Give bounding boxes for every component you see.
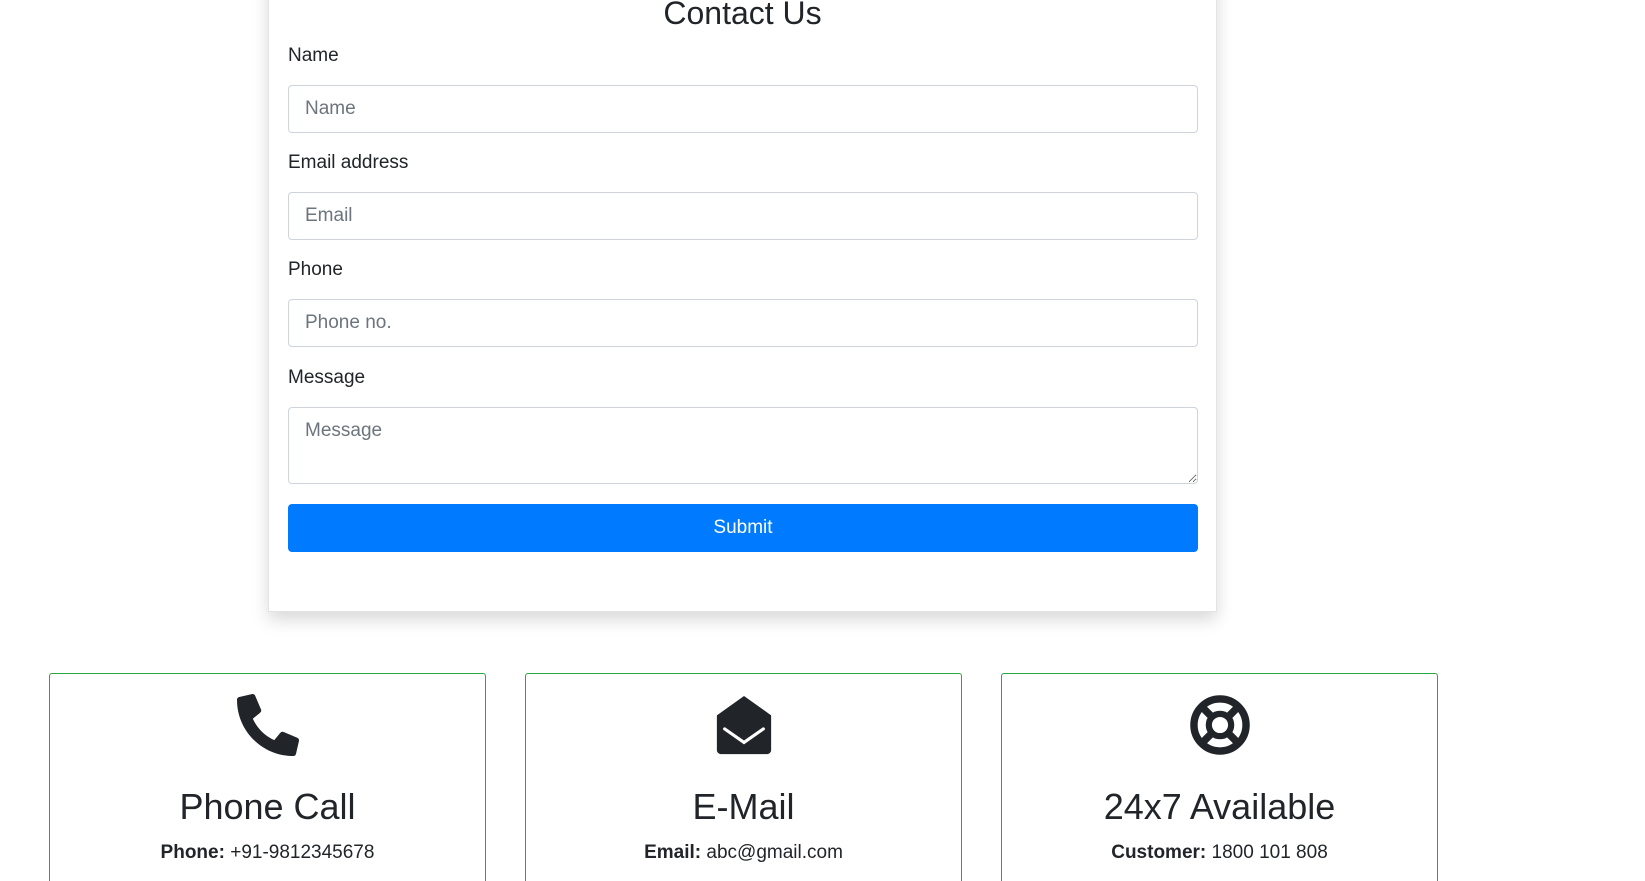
email-input[interactable] [288, 192, 1198, 240]
customer-number: 1800 101 808 [1211, 842, 1328, 863]
name-input[interactable] [288, 85, 1198, 133]
phone-input[interactable] [288, 299, 1198, 347]
message-label: Message [288, 367, 366, 388]
submit-button[interactable]: Submit [288, 504, 1198, 552]
name-label: Name [288, 45, 339, 66]
form-title: Contact Us [663, 0, 822, 31]
info-card-title: E-Mail [692, 786, 795, 827]
lifebuoy-icon [1002, 694, 1437, 756]
info-card-detail: Email: abc@gmail.com [526, 842, 961, 864]
phone-number: +91-9812345678 [230, 842, 375, 863]
phone-label: Phone [288, 259, 343, 280]
info-card-key: Email: [644, 842, 702, 863]
info-card-title: 24x7 Available [1103, 786, 1336, 827]
info-card-key: Phone: [160, 842, 225, 863]
phone-info-card: Phone Call Phone: +91-9812345678 [49, 673, 486, 881]
info-card-detail: Customer: 1800 101 808 [1002, 842, 1437, 864]
contact-form: Contact Us Name Email address Phone Mess… [268, 0, 1217, 612]
email-info-card: E-Mail Email: abc@gmail.com [525, 673, 962, 881]
info-card-key: Customer: [1111, 842, 1207, 863]
support-info-card: 24x7 Available Customer: 1800 101 808 [1001, 673, 1438, 881]
email-address: abc@gmail.com [706, 842, 843, 863]
phone-icon [50, 694, 485, 756]
info-card-detail: Phone: +91-9812345678 [50, 842, 485, 864]
page: Contact Us Name Email address Phone Mess… [0, 0, 1645, 881]
info-card-title: Phone Call [179, 786, 356, 827]
email-label: Email address [288, 152, 409, 173]
envelope-open-icon [526, 694, 961, 756]
message-textarea[interactable] [288, 407, 1198, 484]
